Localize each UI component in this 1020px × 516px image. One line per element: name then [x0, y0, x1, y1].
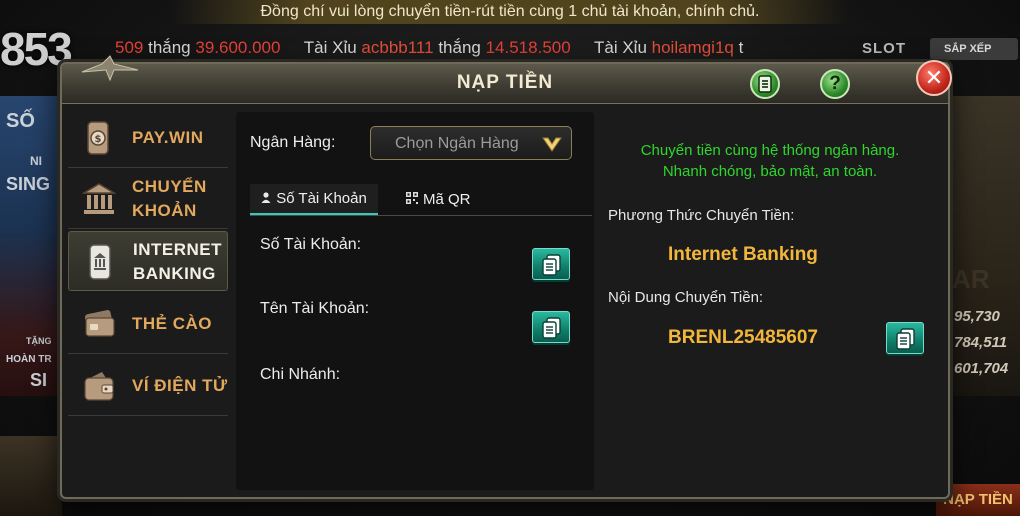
- sidebar-item-transfer[interactable]: CHUYỂN KHOẢN: [68, 169, 228, 229]
- method-value: Internet Banking: [668, 244, 818, 265]
- history-list-button[interactable]: [750, 69, 780, 99]
- svg-text:$: $: [95, 134, 102, 145]
- bank-form-panel: Ngân Hàng: Chọn Ngân Hàng Số Tài Khoản M…: [236, 112, 594, 490]
- sidebar-item-label: CHUYỂN KHOẢN: [132, 177, 207, 220]
- tab-account-number[interactable]: Số Tài Khoản: [250, 184, 378, 215]
- bank-select-placeholder: Chọn Ngân Hàng: [395, 135, 519, 152]
- branch-label: Chi Nhánh:: [260, 366, 341, 383]
- method-label: Phương Thức Chuyển Tiền:: [608, 207, 795, 224]
- card-icon: [84, 310, 115, 337]
- jackpot-value: 95,730: [954, 308, 1000, 325]
- promo-text: NI: [30, 154, 42, 168]
- help-button[interactable]: ?: [820, 69, 850, 99]
- winner-ticker: 509 thắng 39.600.000 Tài Xỉu acbbb111 th…: [115, 38, 825, 60]
- ticker-user: hoilamgi1q: [651, 38, 734, 57]
- slot-tab[interactable]: SLOT: [862, 40, 906, 57]
- sidebar-item-paywin[interactable]: $ PAY.WIN: [68, 108, 228, 168]
- tab-label: Số Tài Khoản: [276, 190, 367, 207]
- sidebar-item-internet-banking[interactable]: INTERNET BANKING: [68, 231, 228, 291]
- ticker-text: thắng: [433, 38, 486, 57]
- ticker-amount: 39.600.000: [195, 38, 281, 57]
- jackpot-panel-right[interactable]: AR 95,730 784,511 601,704: [950, 96, 1020, 396]
- transfer-content-value: BRENL25485607: [668, 327, 818, 348]
- copy-icon: [896, 328, 915, 350]
- jackpot-value: 784,511: [954, 334, 1008, 351]
- account-tabs: Số Tài Khoản Mã QR: [250, 184, 592, 216]
- sidebar-item-scratch-card[interactable]: THẺ CÀO: [68, 294, 228, 354]
- notice-banner: Đồng chí vui lòng chuyển tiền-rút tiền c…: [170, 0, 850, 24]
- sidebar-item-label: INTERNET BANKING: [133, 240, 222, 283]
- game-lobby-background: Đồng chí vui lòng chuyển tiền-rút tiền c…: [0, 0, 1020, 516]
- close-button[interactable]: ✕: [916, 60, 952, 96]
- qr-icon: [406, 192, 418, 207]
- account-name-label: Tên Tài Khoản:: [260, 300, 370, 317]
- copy-account-name-button[interactable]: [532, 311, 570, 343]
- info-message-line1: Chuyển tiền cùng hệ thống ngân hàng.: [640, 142, 900, 159]
- ticker-game: Tài Xỉu: [594, 38, 652, 57]
- chevron-down-icon: [542, 137, 562, 152]
- payment-method-sidebar: $ PAY.WIN CHUYỂN KHOẢN INTERNET BANKING …: [68, 108, 228, 428]
- deposit-dialog: NẠP TIỀN ? ✕ $ PAY.WIN CHUYỂN KHOẢN INTE…: [60, 55, 952, 499]
- ticker-user: acbbb111: [361, 38, 434, 57]
- transfer-info-panel: Chuyển tiền cùng hệ thống ngân hàng. Nha…: [598, 112, 942, 490]
- user-icon: [261, 191, 271, 206]
- promo-banner-left[interactable]: SỐ NI SING TẶNG HOÀN TR SI: [0, 96, 62, 396]
- content-label: Nội Dung Chuyển Tiền:: [608, 289, 764, 306]
- ticker-game: Tài Xỉu: [303, 38, 362, 57]
- close-icon: ✕: [924, 65, 944, 90]
- tab-qr-code[interactable]: Mã QR: [406, 184, 486, 215]
- ticker-amount: 14.518.500: [485, 38, 571, 57]
- sidebar-item-label: PAY.WIN: [132, 128, 204, 147]
- sidebar-item-label: VÍ ĐIỆN TỬ: [132, 376, 228, 395]
- ticker-text: t: [733, 38, 744, 57]
- jackpot-value: 601,704: [954, 360, 1009, 377]
- avatar-thumbnail[interactable]: [0, 436, 62, 516]
- copy-icon: [542, 317, 561, 339]
- list-icon: [758, 75, 772, 93]
- dialog-header: NẠP TIỀN ? ✕: [62, 55, 952, 104]
- promo-text: TẶNG: [26, 336, 52, 346]
- copy-account-number-button[interactable]: [532, 248, 570, 280]
- promo-text: SỐ: [6, 110, 35, 132]
- mobile-bank-icon: [89, 244, 111, 280]
- ticker-text: thắng: [143, 38, 196, 57]
- dialog-body: $ PAY.WIN CHUYỂN KHOẢN INTERNET BANKING …: [68, 108, 942, 492]
- sidebar-item-label: THẺ CÀO: [132, 314, 212, 333]
- copy-transfer-content-button[interactable]: [886, 322, 924, 354]
- wallet-icon: [84, 372, 114, 401]
- sort-button[interactable]: SẮP XẾP: [930, 38, 1018, 60]
- tab-label: Mã QR: [423, 191, 471, 208]
- account-number-label: Số Tài Khoản:: [260, 236, 362, 253]
- dialog-title: NẠP TIỀN: [456, 72, 554, 93]
- help-icon: ?: [829, 73, 841, 94]
- info-message-line2: Nhanh chóng, bảo mật, an toàn.: [662, 163, 878, 180]
- promo-text: HOÀN TR: [6, 354, 52, 365]
- promo-text: SING: [6, 174, 51, 194]
- paywin-icon: $: [87, 121, 109, 155]
- game-tag: AR: [952, 264, 990, 294]
- bank-building-icon: [82, 183, 116, 214]
- sidebar-item-ewallet[interactable]: VÍ ĐIỆN TỬ: [68, 356, 228, 416]
- copy-icon: [542, 254, 561, 276]
- bank-label: Ngân Hàng:: [250, 134, 336, 151]
- bank-select[interactable]: Chọn Ngân Hàng: [370, 126, 572, 160]
- promo-text: SI: [30, 370, 48, 390]
